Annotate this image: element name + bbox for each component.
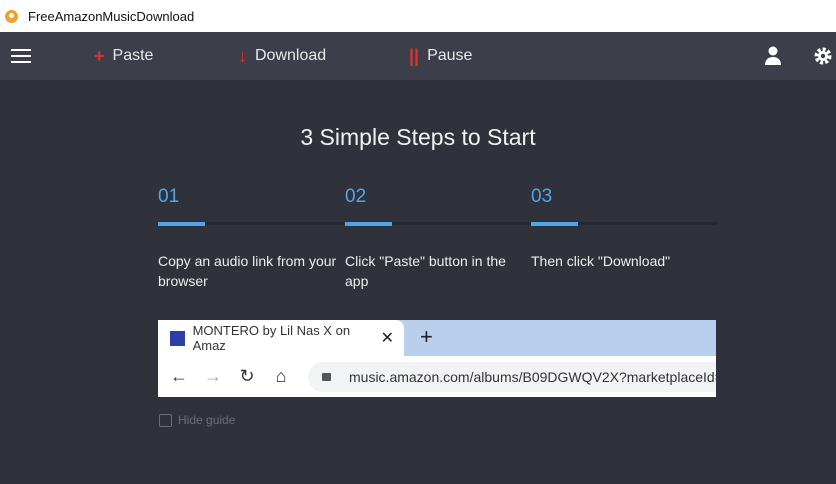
step-progress bbox=[158, 222, 344, 226]
download-button[interactable]: ↓ Download bbox=[238, 32, 326, 80]
browser-tab: MONTERO by Lil Nas X on Amaz ✕ bbox=[158, 320, 404, 356]
arrow-down-icon: ↓ bbox=[238, 45, 247, 66]
step-text: Copy an audio link from your browser bbox=[158, 253, 337, 289]
plus-icon: + bbox=[94, 45, 105, 66]
forward-icon: → bbox=[204, 366, 222, 386]
download-label: Download bbox=[255, 47, 327, 64]
reload-icon: ↻ bbox=[239, 366, 255, 386]
menu-button[interactable] bbox=[11, 32, 31, 80]
gear-icon bbox=[814, 47, 832, 65]
paste-button[interactable]: + Paste bbox=[94, 32, 153, 80]
back-icon: ← bbox=[170, 366, 188, 386]
user-icon bbox=[765, 46, 781, 65]
favicon-icon bbox=[170, 330, 185, 346]
step-number: 03 bbox=[531, 186, 553, 207]
title-bar: FreeAmazonMusicDownload bbox=[0, 0, 836, 32]
hamburger-icon bbox=[11, 45, 31, 67]
new-tab-icon: + bbox=[420, 324, 433, 349]
tab-title: MONTERO by Lil Nas X on Amaz bbox=[192, 323, 351, 353]
browser-tabstrip: MONTERO by Lil Nas X on Amaz ✕ + bbox=[158, 320, 716, 356]
settings-button[interactable] bbox=[813, 32, 833, 80]
pause-icon: || bbox=[409, 45, 420, 66]
step-progress bbox=[345, 222, 531, 226]
pause-label: Pause bbox=[427, 47, 473, 64]
step-3: 03 Then click "Download" bbox=[531, 186, 717, 271]
url-text: music.amazon.com/albums/B09DGWQV2X?marke… bbox=[349, 368, 716, 385]
browser-illustration: MONTERO by Lil Nas X on Amaz ✕ + ← → ↻ ⌂ … bbox=[158, 320, 716, 397]
checkbox-icon[interactable] bbox=[159, 413, 172, 427]
paste-label: Paste bbox=[112, 47, 154, 64]
step-number: 02 bbox=[345, 186, 367, 207]
home-icon: ⌂ bbox=[275, 366, 287, 386]
close-icon: ✕ bbox=[380, 330, 394, 347]
pause-button[interactable]: || Pause bbox=[409, 32, 472, 80]
toolbar: + Paste ↓ Download || Pause bbox=[0, 32, 836, 80]
step-2: 02 Click "Paste" button in the app bbox=[345, 186, 531, 291]
url-bar: music.amazon.com/albums/B09DGWQV2X?marke… bbox=[308, 361, 716, 392]
step-progress bbox=[531, 222, 717, 226]
lock-icon bbox=[322, 372, 331, 381]
browser-navbar: ← → ↻ ⌂ music.amazon.com/albums/B09DGWQV… bbox=[158, 356, 716, 397]
step-text: Then click "Download" bbox=[531, 253, 671, 269]
guide-title: 3 Simple Steps to Start bbox=[300, 124, 536, 150]
step-number: 01 bbox=[158, 186, 180, 207]
app-logo-icon bbox=[5, 9, 18, 23]
app-title: FreeAmazonMusicDownload bbox=[28, 8, 195, 24]
hide-guide-checkbox[interactable]: Hide guide bbox=[159, 413, 235, 427]
user-button[interactable] bbox=[764, 32, 782, 80]
hide-guide-label: Hide guide bbox=[178, 413, 236, 427]
step-1: 01 Copy an audio link from your browser bbox=[158, 186, 344, 291]
step-text: Click "Paste" button in the app bbox=[345, 253, 506, 289]
